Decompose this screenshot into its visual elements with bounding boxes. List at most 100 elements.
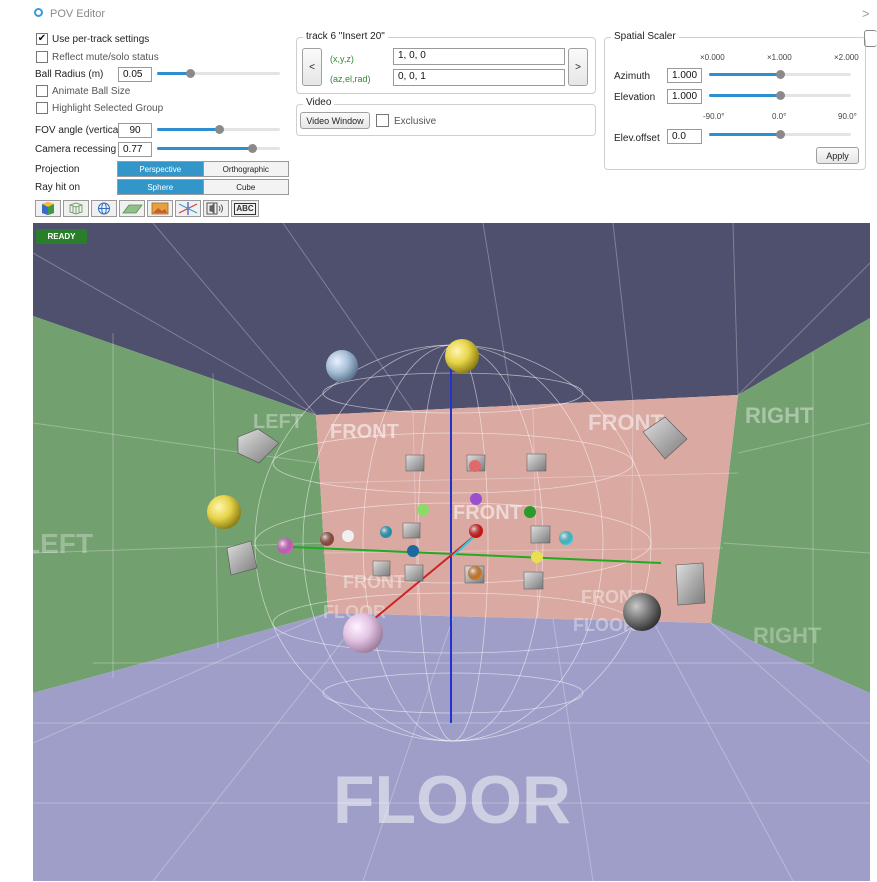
reflect-mute-checkbox[interactable] <box>36 51 48 63</box>
ball-salmon <box>469 460 481 472</box>
axes-icon[interactable] <box>175 200 201 217</box>
speaker-cube <box>530 525 551 544</box>
elev-offset-label: Elev.offset <box>614 133 660 144</box>
scale-tick-min: ×0.000 <box>700 53 725 62</box>
title-bar: POV Editor > <box>0 0 877 28</box>
cube-wire-icon[interactable] <box>63 200 89 217</box>
ball-radius-input[interactable]: 0.05 <box>118 67 152 82</box>
slider-knob[interactable] <box>186 69 196 78</box>
color-cube-icon[interactable] <box>35 200 61 217</box>
angle-tick-max: 90.0° <box>838 112 857 121</box>
ball-teal <box>407 545 419 557</box>
app-logo-icon <box>34 8 43 17</box>
ball-green <box>524 506 536 518</box>
text-abc-icon[interactable]: ABC <box>231 200 259 217</box>
elevation-slider[interactable] <box>709 88 851 102</box>
ball-yellow-left <box>207 495 241 529</box>
speaker-icon[interactable] <box>203 200 229 217</box>
aer-input[interactable]: 0, 0, 1 <box>393 69 565 86</box>
speaker-cube <box>526 453 547 472</box>
perspective-option[interactable]: Perspective <box>118 162 203 176</box>
slider-knob[interactable] <box>776 91 785 100</box>
ray-hit-toggle[interactable]: Sphere Cube <box>117 179 289 195</box>
ray-hit-label: Ray hit on <box>35 182 81 193</box>
ball-radius-slider[interactable] <box>157 66 280 80</box>
fov-label: FOV angle (vertical) <box>35 125 124 136</box>
speaker-cube <box>405 454 425 472</box>
scale-tick-mid: ×1.000 <box>767 53 792 62</box>
ball-purple <box>470 493 482 505</box>
elevation-label: Elevation <box>614 92 656 103</box>
3d-viewport[interactable]: FRONT FRONT FRONT FRONT FRONT LEFT LEFT … <box>33 223 870 881</box>
scaler-collapse-button[interactable] <box>864 30 877 47</box>
azimuth-input[interactable]: 1.000 <box>667 68 702 83</box>
ball-white <box>342 530 354 542</box>
use-per-track-label: Use per-track settings <box>52 34 150 45</box>
video-title: Video <box>303 97 335 108</box>
window-title: POV Editor <box>50 8 106 20</box>
speaker-cube <box>675 562 706 606</box>
highlight-group-label: Highlight Selected Group <box>52 103 164 114</box>
left-wall-label: LEFT <box>253 411 303 433</box>
cube-option[interactable]: Cube <box>202 180 288 194</box>
projection-label: Projection <box>35 164 80 175</box>
globe-icon[interactable] <box>91 200 117 217</box>
camera-recessing-label: Camera recessing <box>35 144 117 155</box>
abc-label: ABC <box>234 202 256 215</box>
ball-radius-label: Ball Radius (m) <box>35 69 104 80</box>
ball-blue <box>326 350 358 382</box>
scale-tick-max: ×2.000 <box>834 53 859 62</box>
floor-plane-icon[interactable] <box>119 200 145 217</box>
camera-recessing-slider[interactable] <box>157 141 280 155</box>
right-wall-label-low: RIGHT <box>753 623 822 648</box>
orthographic-option[interactable]: Orthographic <box>202 162 288 176</box>
front-wall-label-center: FRONT <box>453 502 522 524</box>
ball-lightgreen <box>417 504 429 516</box>
exclusive-label: Exclusive <box>394 116 437 127</box>
spatial-scaler-title: Spatial Scaler <box>611 31 679 42</box>
left-wall-label-far: LEFT <box>33 528 93 559</box>
projection-toggle[interactable]: Perspective Orthographic <box>117 161 289 177</box>
elevation-input[interactable]: 1.000 <box>667 89 702 104</box>
ball-yellow-small <box>531 551 543 563</box>
ball-yellow-top <box>445 339 479 373</box>
track-title: track 6 "Insert 20" <box>303 31 388 42</box>
ball-gray <box>623 593 661 631</box>
video-window-button[interactable]: Video Window <box>300 112 370 129</box>
camera-recessing-input[interactable]: 0.77 <box>118 142 152 157</box>
slider-knob[interactable] <box>776 70 785 79</box>
angle-tick-mid: 0.0° <box>772 112 787 121</box>
front-wall-label: FRONT <box>330 421 399 443</box>
animate-ball-label: Animate Ball Size <box>52 86 131 97</box>
speaker-cube <box>404 564 424 582</box>
slider-knob[interactable] <box>776 130 785 139</box>
azimuth-slider[interactable] <box>709 67 851 81</box>
scene-canvas[interactable]: FRONT FRONT FRONT FRONT FRONT LEFT LEFT … <box>33 223 870 881</box>
animate-ball-checkbox[interactable] <box>36 85 48 97</box>
previous-track-button[interactable]: < <box>302 48 322 86</box>
slider-knob[interactable] <box>247 144 257 153</box>
angle-tick-min: -90.0° <box>703 112 725 121</box>
elev-offset-input[interactable]: 0.0 <box>667 129 702 144</box>
fov-input[interactable]: 90 <box>118 123 152 138</box>
status-badge: READY <box>36 229 87 244</box>
xyz-input[interactable]: 1, 0, 0 <box>393 48 565 65</box>
use-per-track-checkbox[interactable]: ✔ <box>36 33 48 45</box>
next-track-button[interactable]: > <box>568 48 588 86</box>
xyz-label: (x,y,z) <box>330 54 354 64</box>
speaker-cube <box>372 560 391 577</box>
azimuth-label: Azimuth <box>614 71 651 82</box>
slider-knob[interactable] <box>214 125 224 134</box>
image-icon[interactable] <box>147 200 173 217</box>
exclusive-checkbox[interactable] <box>376 114 389 127</box>
sphere-option[interactable]: Sphere <box>118 180 203 194</box>
highlight-group-checkbox[interactable] <box>36 102 48 114</box>
speaker-cube <box>523 571 544 590</box>
reflect-mute-label: Reflect mute/solo status <box>52 52 159 63</box>
floor-label-big: FLOOR <box>333 762 571 838</box>
fov-slider[interactable] <box>157 122 280 136</box>
aer-label: (az,el,rad) <box>330 74 371 84</box>
elev-offset-slider[interactable] <box>709 127 851 141</box>
apply-button[interactable]: Apply <box>816 147 859 164</box>
chevron-right-icon[interactable]: > <box>862 6 870 21</box>
